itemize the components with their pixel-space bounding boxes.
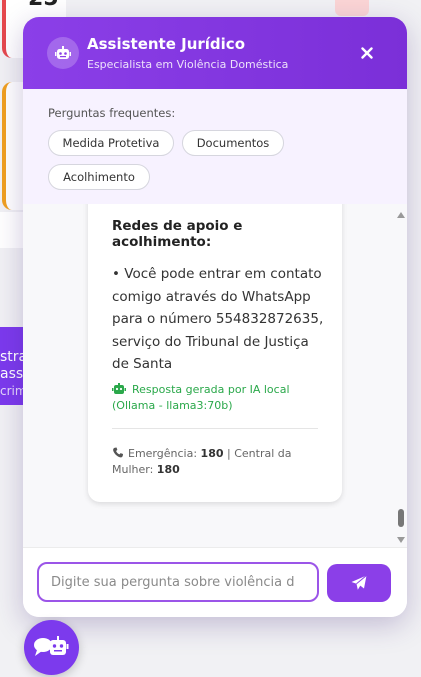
- send-button[interactable]: [327, 564, 391, 602]
- send-icon: [351, 575, 367, 590]
- emergency-number: 180: [200, 447, 224, 460]
- faq-chip-documentos[interactable]: Documentos: [182, 130, 284, 156]
- ai-note-line2: (Ollama - llama3:70b): [112, 399, 233, 412]
- emergency-info: Emergência: 180 | Central da Mulher: 180: [112, 446, 322, 478]
- message-list[interactable]: Redes de apoio e acolhimento: • Você pod…: [23, 204, 407, 547]
- phone-icon: [113, 447, 124, 458]
- emergency-label: Emergência:: [128, 447, 198, 460]
- scroll-up-arrow[interactable]: [397, 212, 405, 218]
- faq-chip-medida-protetiva[interactable]: Medida Protetiva: [48, 130, 174, 156]
- robot-icon: [112, 383, 126, 394]
- robot-avatar: [47, 37, 79, 69]
- ai-note: Resposta gerada por IA local (Ollama - l…: [112, 382, 312, 414]
- question-input[interactable]: [37, 562, 319, 602]
- faq-section: Perguntas frequentes: Medida Protetiva D…: [23, 89, 407, 205]
- chat-robot-icon: [33, 635, 68, 656]
- central-number: 180: [156, 463, 180, 476]
- emergency-separator: |: [227, 447, 231, 460]
- assistant-message: Redes de apoio e acolhimento: • Você pod…: [88, 204, 342, 502]
- chat-title: Assistente Jurídico: [87, 35, 245, 53]
- chat-subtitle: Especialista em Violência Doméstica: [87, 58, 289, 71]
- message-body: • Você pode entrar em contato comigo atr…: [112, 266, 324, 372]
- chat-header: Assistente Jurídico Especialista em Viol…: [23, 17, 407, 89]
- message-divider: [112, 428, 318, 429]
- close-button[interactable]: [357, 43, 377, 63]
- chat-launcher-button[interactable]: [24, 620, 79, 675]
- close-icon: [361, 47, 373, 59]
- chat-input-area: [23, 547, 407, 617]
- faq-label: Perguntas frequentes:: [48, 106, 176, 120]
- messages-scrollbar[interactable]: [395, 204, 407, 547]
- chat-panel: Assistente Jurídico Especialista em Viol…: [23, 17, 407, 617]
- scroll-thumb[interactable]: [398, 509, 404, 527]
- message-heading: Redes de apoio e acolhimento:: [112, 218, 243, 250]
- faq-chip-acolhimento[interactable]: Acolhimento: [48, 164, 150, 190]
- background-card-number: 25: [28, 0, 59, 11]
- background-badge: [335, 0, 369, 16]
- ai-note-line1: Resposta gerada por IA local: [132, 383, 290, 396]
- scroll-down-arrow[interactable]: [397, 537, 405, 543]
- robot-icon: [55, 46, 71, 59]
